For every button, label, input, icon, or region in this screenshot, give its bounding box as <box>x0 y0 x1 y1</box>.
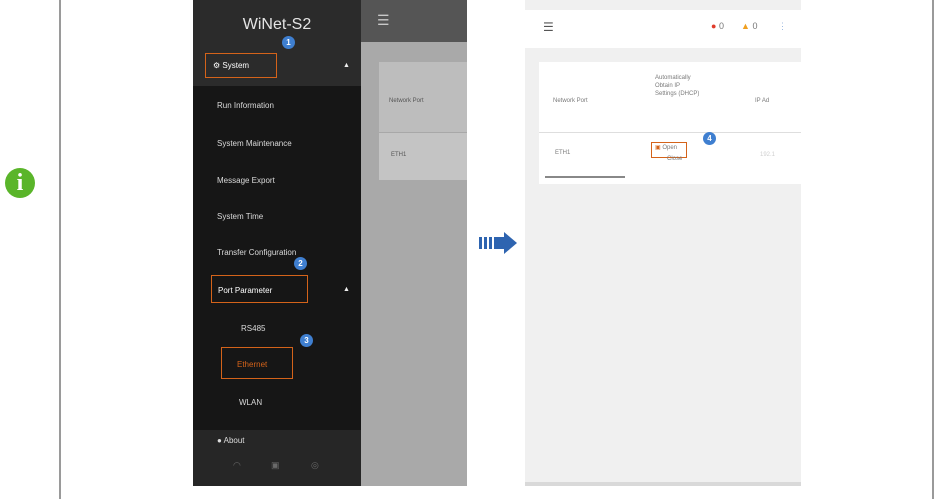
cell-port: ETH1 <box>555 150 571 156</box>
sidebar-footer: ● About ◠ ▣ ◎ <box>193 430 361 486</box>
about-icon: ● <box>217 436 222 445</box>
option-label: Open <box>662 145 678 151</box>
alarm-red[interactable]: ● 0 <box>711 21 724 31</box>
warning-icon: ▲ <box>741 21 750 31</box>
wifi-icon[interactable]: ◠ <box>233 460 241 471</box>
step-badge: 4 <box>703 132 716 145</box>
menu-message-export[interactable]: Message Export <box>217 176 275 185</box>
ethernet-table: Network Port ETH1 <box>379 62 467 180</box>
step-badge: 2 <box>294 257 307 270</box>
table-header <box>379 62 467 132</box>
underline <box>545 176 625 178</box>
cell-ip-address: 192.1 <box>760 152 776 158</box>
screenshot-ethernet: ☰ ● 0 ▲ 0 ⋮ Network Port Automatically O… <box>525 0 801 486</box>
menu-icon[interactable]: ☰ <box>543 20 554 34</box>
bottom-bar <box>525 482 801 486</box>
radio-open[interactable]: ▣ Open <box>655 144 677 151</box>
step-badge: 3 <box>300 334 313 347</box>
chevron-up-icon[interactable]: ▲ <box>343 286 350 293</box>
menu-icon[interactable]: ☰ <box>377 12 390 29</box>
cell-port: ETH1 <box>391 152 407 158</box>
col-dhcp: Automatically Obtain IP Settings (DHCP) <box>655 75 700 97</box>
alarm-count: 0 <box>718 21 724 31</box>
more-icon[interactable]: ⋮ <box>778 21 787 32</box>
row-divider <box>379 132 467 133</box>
radio-close[interactable]: Close <box>667 156 682 162</box>
menu-run-information[interactable]: Run Information <box>217 101 274 110</box>
menu-port-parameter[interactable]: Port Parameter <box>218 286 272 295</box>
row-divider <box>539 132 801 133</box>
menu-label: About <box>223 436 245 445</box>
col-ip-address: IP Ad <box>755 98 770 104</box>
col-network-port: Network Port <box>553 98 588 104</box>
arrow-right-icon <box>479 232 517 254</box>
chevron-up-icon[interactable]: ▲ <box>343 62 350 69</box>
menu-rs485[interactable]: RS485 <box>241 324 265 333</box>
app-title: WiNet-S2 <box>242 16 312 33</box>
info-icon: i <box>5 168 35 198</box>
menu-wlan[interactable]: WLAN <box>239 398 262 407</box>
screenshot-menu: WiNet-S2 1 ⚙ System ▲ Run Information Sy… <box>193 0 467 486</box>
alarm-yellow[interactable]: ▲ 0 <box>741 21 757 31</box>
top-bar: ☰ ● 0 ▲ 0 ⋮ <box>525 10 801 48</box>
top-bar: ☰ <box>361 0 467 42</box>
alarm-count: 0 <box>752 21 758 31</box>
radio-checked-icon: ▣ <box>655 145 661 151</box>
left-border <box>59 0 61 499</box>
content-dimmed: ☰ Network Port ETH1 <box>361 0 467 486</box>
sidebar: WiNet-S2 1 ⚙ System ▲ Run Information Sy… <box>193 0 361 486</box>
menu-system-maintenance[interactable]: System Maintenance <box>217 139 292 148</box>
gear-icon: ⚙ <box>213 61 221 70</box>
logout-icon[interactable]: ◎ <box>311 460 319 471</box>
ethernet-table: Network Port Automatically Obtain IP Set… <box>539 62 801 184</box>
menu-ethernet[interactable]: Ethernet <box>237 360 267 369</box>
step-badge: 1 <box>282 36 295 49</box>
option-label: Close <box>667 156 683 162</box>
menu-about[interactable]: ● About <box>217 436 245 445</box>
menu-label: System <box>222 61 250 70</box>
col-network-port: Network Port <box>389 98 424 104</box>
home-icon[interactable]: ▣ <box>271 460 280 471</box>
error-icon: ● <box>711 21 717 31</box>
menu-system-time[interactable]: System Time <box>217 212 263 221</box>
menu-system[interactable]: ⚙ System <box>213 61 249 70</box>
right-border <box>932 0 934 499</box>
menu-transfer-configuration[interactable]: Transfer Configuration <box>217 248 296 257</box>
